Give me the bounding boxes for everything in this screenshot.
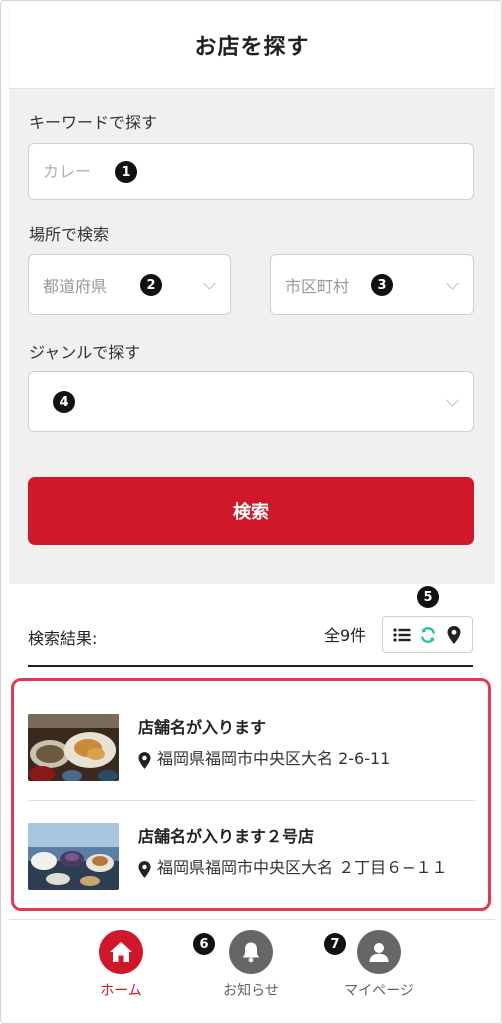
bottom-tab-bar: ホーム 6 お知らせ 7 マイページ — [9, 919, 495, 1023]
chevron-down-icon — [446, 393, 459, 407]
results-count: 全9件 — [324, 626, 367, 645]
keyword-field[interactable]: 1 — [28, 143, 474, 200]
page-header: お店を探す — [9, 1, 495, 89]
chevron-down-icon — [446, 276, 459, 290]
tab-notifications-label: お知らせ — [223, 983, 279, 999]
city-placeholder: 市区町村 — [285, 276, 350, 296]
annotation-badge-5: 5 — [417, 586, 439, 608]
page-title: お店を探す — [194, 34, 310, 60]
genre-select[interactable]: 4 — [28, 371, 474, 432]
shop-name[interactable]: 店舗名が入ります２号店 — [138, 823, 314, 847]
annotation-badge-4: 4 — [53, 391, 75, 413]
tab-mypage-label: マイページ — [344, 983, 414, 999]
shop-address: 福岡県福岡市中央区大名 2-6-11 — [138, 744, 478, 778]
bell-icon[interactable] — [229, 930, 273, 974]
search-button[interactable]: 検索 — [28, 477, 474, 545]
shop-thumbnail — [28, 714, 119, 781]
shop-address: 福岡県福岡市中央区大名 ２丁目６−１１ — [138, 853, 478, 887]
refresh-icon[interactable] — [419, 626, 437, 644]
city-select[interactable]: 市区町村 3 — [270, 254, 474, 315]
results-list: 店舗名が入ります 福岡県福岡市中央区大名 2-6-11 店舗名が入ります２号店 … — [11, 678, 491, 911]
genre-label: ジャンルで探す — [29, 343, 141, 362]
list-divider — [28, 800, 475, 801]
results-divider — [28, 665, 473, 667]
annotation-badge-2: 2 — [140, 274, 162, 296]
prefecture-placeholder: 都道府県 — [43, 276, 108, 296]
annotation-badge-1: 1 — [115, 161, 137, 183]
shop-thumbnail — [28, 823, 119, 890]
map-pin-icon — [138, 858, 151, 887]
location-label: 場所で検索 — [29, 225, 110, 244]
shop-address-text: 福岡県福岡市中央区大名 2-6-11 — [157, 749, 391, 768]
map-pin-icon — [138, 749, 151, 778]
keyword-label: キーワードで探す — [29, 113, 158, 132]
keyword-input[interactable] — [43, 162, 113, 181]
tab-home-label: ホーム — [100, 983, 142, 999]
home-icon[interactable] — [99, 930, 143, 974]
list-item[interactable]: 店舗名が入ります 福岡県福岡市中央区大名 2-6-11 — [28, 710, 478, 800]
shop-address-text: 福岡県福岡市中央区大名 ２丁目６−１１ — [157, 858, 448, 877]
search-panel: キーワードで探す 1 場所で検索 都道府県 2 市区町村 3 ジャンルで探す 4… — [9, 89, 495, 584]
view-toggle[interactable] — [382, 616, 473, 653]
results-label: 検索結果: — [28, 629, 98, 648]
shop-name[interactable]: 店舗名が入ります — [138, 714, 266, 738]
map-pin-icon[interactable] — [445, 625, 463, 644]
app-frame: お店を探す キーワードで探す 1 場所で検索 都道府県 2 市区町村 3 ジャン… — [0, 0, 502, 1024]
list-item[interactable]: 店舗名が入ります２号店 福岡県福岡市中央区大名 ２丁目６−１１ — [28, 819, 478, 907]
annotation-badge-3: 3 — [371, 274, 393, 296]
prefecture-select[interactable]: 都道府県 2 — [28, 254, 231, 315]
chevron-down-icon — [203, 276, 216, 290]
list-icon[interactable] — [392, 626, 411, 644]
tab-notifications[interactable]: お知らせ — [201, 930, 301, 1000]
user-icon[interactable] — [357, 930, 401, 974]
tab-mypage[interactable]: マイページ — [329, 930, 429, 1000]
tab-home[interactable]: ホーム — [71, 930, 171, 1000]
